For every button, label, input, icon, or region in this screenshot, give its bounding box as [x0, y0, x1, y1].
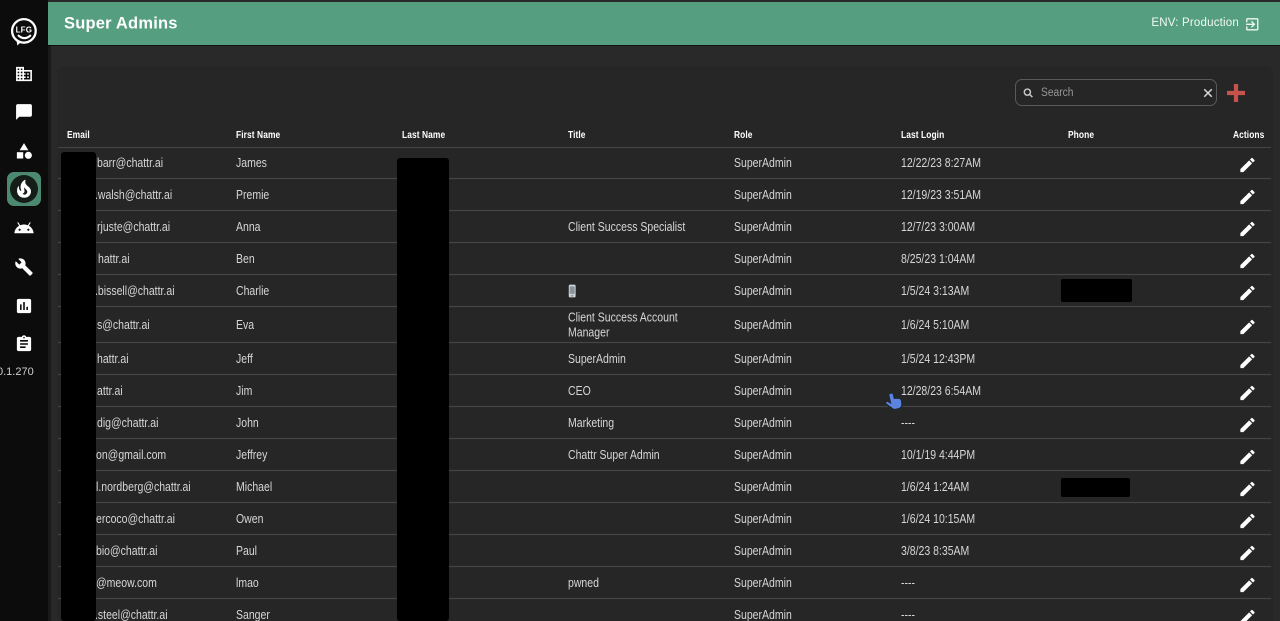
- svg-text:LFG: LFG: [16, 25, 33, 34]
